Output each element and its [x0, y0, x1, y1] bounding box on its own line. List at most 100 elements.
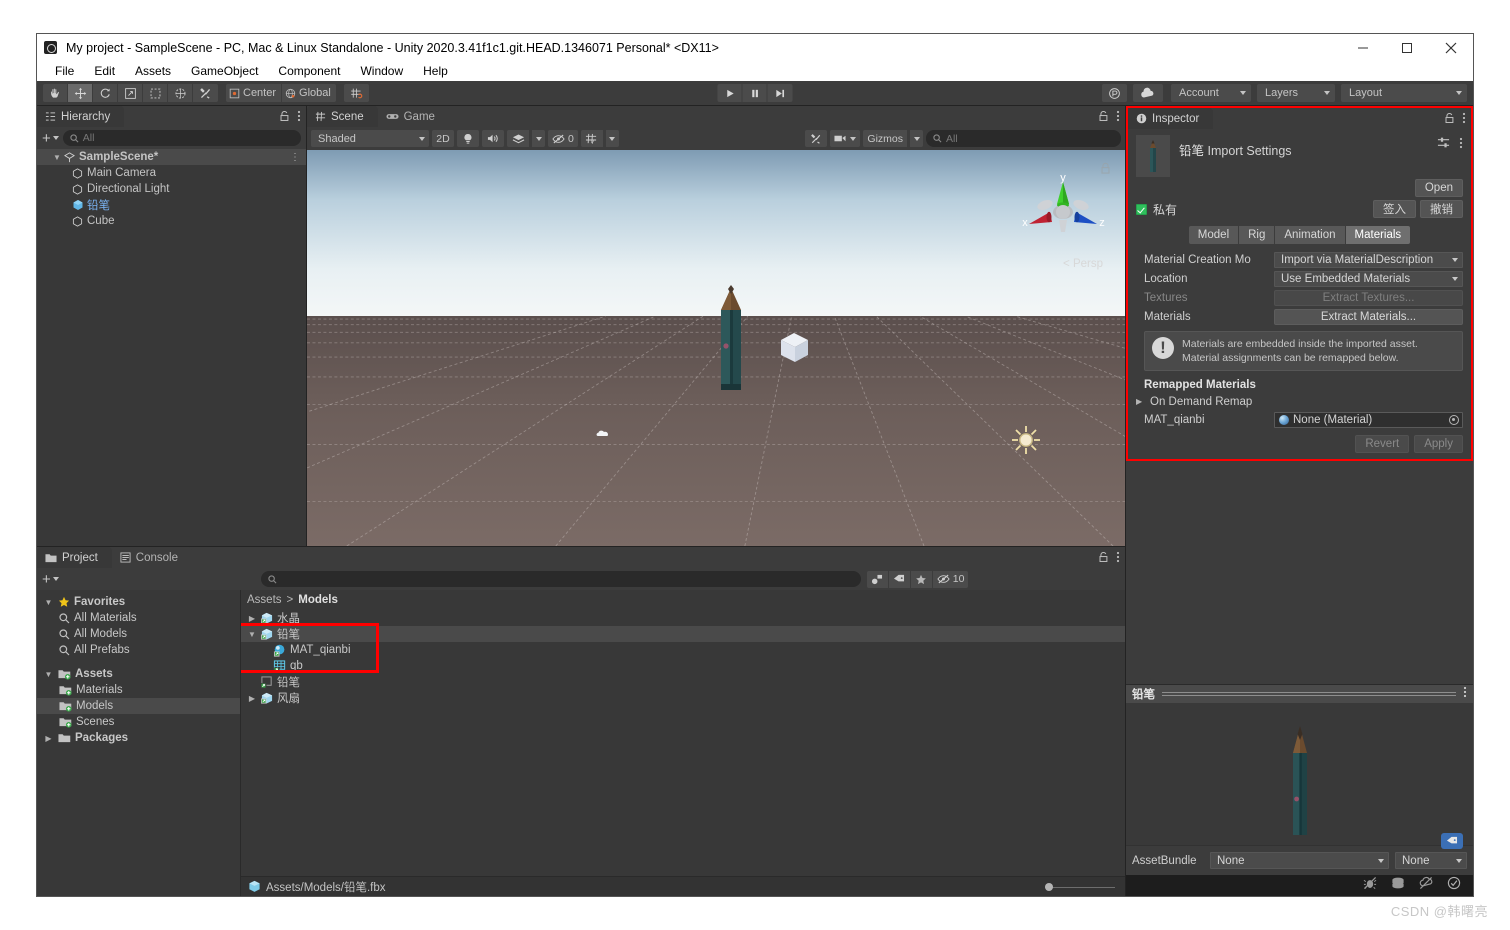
filter-by-label-button[interactable]: [888, 570, 911, 588]
checkin-button[interactable]: 签入: [1373, 200, 1416, 218]
project-item-fengshan[interactable]: ▶ 风扇: [241, 690, 1125, 706]
no-collab-icon[interactable]: [1419, 876, 1433, 895]
gizmos-dropdown-button[interactable]: [910, 130, 923, 147]
project-item-qianbi[interactable]: ▼ 铅笔: [241, 626, 1125, 642]
hierarchy-item-directional-light[interactable]: Directional Light: [37, 181, 306, 197]
cache-server-icon[interactable]: [1391, 876, 1405, 895]
scene-tools-button[interactable]: [805, 130, 828, 147]
revert-button[interactable]: Revert: [1355, 435, 1410, 454]
hierarchy-item-qianbi[interactable]: 铅笔: [37, 197, 306, 213]
open-button[interactable]: Open: [1414, 179, 1463, 197]
handle-rotation-button[interactable]: Global: [282, 84, 336, 102]
project-tree-assets[interactable]: ▼ Assets: [37, 666, 240, 682]
assetbundle-dropdown[interactable]: None: [1210, 852, 1389, 869]
hand-tool-button[interactable]: [43, 84, 68, 102]
project-add-button[interactable]: +: [42, 572, 59, 587]
preview-drag-handle[interactable]: [1162, 691, 1456, 697]
project-menu-icon[interactable]: [1116, 550, 1120, 568]
extract-materials-button[interactable]: Extract Materials...: [1274, 308, 1463, 325]
scene-search-input[interactable]: All: [926, 130, 1121, 147]
preview-menu-icon[interactable]: [1463, 685, 1467, 703]
step-button[interactable]: [767, 84, 793, 102]
owner-checkbox[interactable]: [1136, 203, 1147, 215]
menu-gameobject[interactable]: GameObject: [181, 61, 268, 81]
revert-vcs-button[interactable]: 撤销: [1420, 200, 1463, 218]
menu-help[interactable]: Help: [413, 61, 458, 81]
lock-icon[interactable]: [279, 109, 290, 127]
transform-tool-button[interactable]: [168, 84, 193, 102]
2d-toggle-button[interactable]: 2D: [432, 130, 454, 147]
tab-model[interactable]: Model: [1188, 226, 1239, 244]
status-ok-icon[interactable]: [1447, 876, 1461, 895]
hierarchy-item-main-camera[interactable]: Main Camera: [37, 165, 306, 181]
chevron-right-icon[interactable]: ▶: [1136, 397, 1146, 406]
chevron-down-icon[interactable]: ▼: [53, 153, 63, 162]
hierarchy-search-input[interactable]: All: [62, 130, 301, 146]
project-tree-scenes[interactable]: Scenes: [37, 714, 240, 730]
project-lock-icon[interactable]: [1098, 550, 1109, 568]
menu-file[interactable]: File: [45, 61, 84, 81]
project-tree-all-materials[interactable]: All Materials: [37, 610, 240, 626]
close-button[interactable]: [1429, 34, 1473, 61]
draw-mode-dropdown[interactable]: Shaded: [311, 130, 429, 147]
maximize-button[interactable]: [1385, 34, 1429, 61]
inspector-menu-icon[interactable]: [1462, 111, 1466, 129]
assetbundle-variant-dropdown[interactable]: None: [1395, 852, 1467, 869]
effects-dropdown-button[interactable]: [532, 130, 545, 147]
asset-labels-button[interactable]: [1441, 833, 1463, 849]
chevron-down-icon[interactable]: ▼: [247, 630, 257, 639]
remap-entry-object-field[interactable]: None (Material): [1274, 411, 1463, 428]
filter-by-type-button[interactable]: [866, 570, 889, 588]
project-hidden-count-button[interactable]: 10: [932, 570, 969, 588]
account-dropdown[interactable]: Account: [1171, 84, 1251, 102]
chevron-right-icon[interactable]: ▶: [247, 694, 257, 703]
extract-textures-button[interactable]: Extract Textures...: [1274, 289, 1463, 306]
scene-menu-icon[interactable]: ⋮: [290, 152, 300, 163]
rect-tool-button[interactable]: [143, 84, 168, 102]
project-item-mat-qianbi[interactable]: MAT_qianbi: [241, 642, 1125, 658]
menu-edit[interactable]: Edit: [84, 61, 125, 81]
audio-toggle-button[interactable]: [482, 130, 504, 147]
tab-inspector[interactable]: Inspector: [1128, 108, 1214, 129]
tab-scene[interactable]: Scene: [307, 106, 378, 127]
scene-camera-button[interactable]: [830, 130, 861, 147]
tab-animation[interactable]: Animation: [1275, 226, 1345, 244]
menu-component[interactable]: Component: [268, 61, 350, 81]
hierarchy-item-samplescene[interactable]: ▼ SampleScene* ⋮: [37, 149, 306, 165]
material-creation-mode-dropdown[interactable]: Import via MaterialDescription: [1274, 251, 1463, 268]
project-tree-materials[interactable]: Materials: [37, 682, 240, 698]
lighting-toggle-button[interactable]: [457, 130, 479, 147]
hierarchy-menu-icon[interactable]: [297, 109, 301, 127]
rotate-tool-button[interactable]: [93, 84, 118, 102]
scene-viewport[interactable]: y x z < Persp: [307, 150, 1125, 546]
chevron-right-icon[interactable]: ▶: [247, 614, 257, 623]
project-tree-all-prefabs[interactable]: All Prefabs: [37, 642, 240, 658]
pause-button[interactable]: [742, 84, 768, 102]
menu-window[interactable]: Window: [350, 61, 413, 81]
preview-viewport[interactable]: [1126, 703, 1473, 845]
layout-dropdown[interactable]: Layout: [1341, 84, 1467, 102]
tab-hierarchy[interactable]: Hierarchy: [37, 106, 125, 127]
grid-visibility-button[interactable]: Y: [580, 130, 603, 147]
tab-materials[interactable]: Materials: [1345, 226, 1411, 244]
project-item-qb[interactable]: qb: [241, 658, 1125, 674]
play-button[interactable]: [717, 84, 743, 102]
project-tree-models[interactable]: Models: [37, 698, 240, 714]
scene-axis-gizmo[interactable]: y x z: [1019, 168, 1107, 256]
tab-project[interactable]: Project: [37, 547, 112, 568]
scene-menu-icon[interactable]: [1116, 109, 1120, 127]
location-dropdown[interactable]: Use Embedded Materials: [1274, 270, 1463, 287]
breadcrumb-current[interactable]: Models: [298, 594, 338, 606]
preset-icon[interactable]: [1437, 136, 1450, 154]
tab-game[interactable]: Game: [377, 106, 449, 127]
cloud-icon[interactable]: [1133, 84, 1163, 102]
layers-dropdown[interactable]: Layers: [1257, 84, 1335, 102]
project-tree-all-models[interactable]: All Models: [37, 626, 240, 642]
project-search-input[interactable]: [260, 571, 861, 587]
minimize-button[interactable]: [1341, 34, 1385, 61]
breadcrumb-root[interactable]: Assets: [247, 594, 282, 606]
hierarchy-item-cube[interactable]: Cube: [37, 213, 306, 229]
asset-menu-icon[interactable]: [1459, 136, 1463, 154]
project-item-qianbi-prefab[interactable]: 铅笔: [241, 674, 1125, 690]
grid-snap-icon[interactable]: [343, 84, 369, 102]
